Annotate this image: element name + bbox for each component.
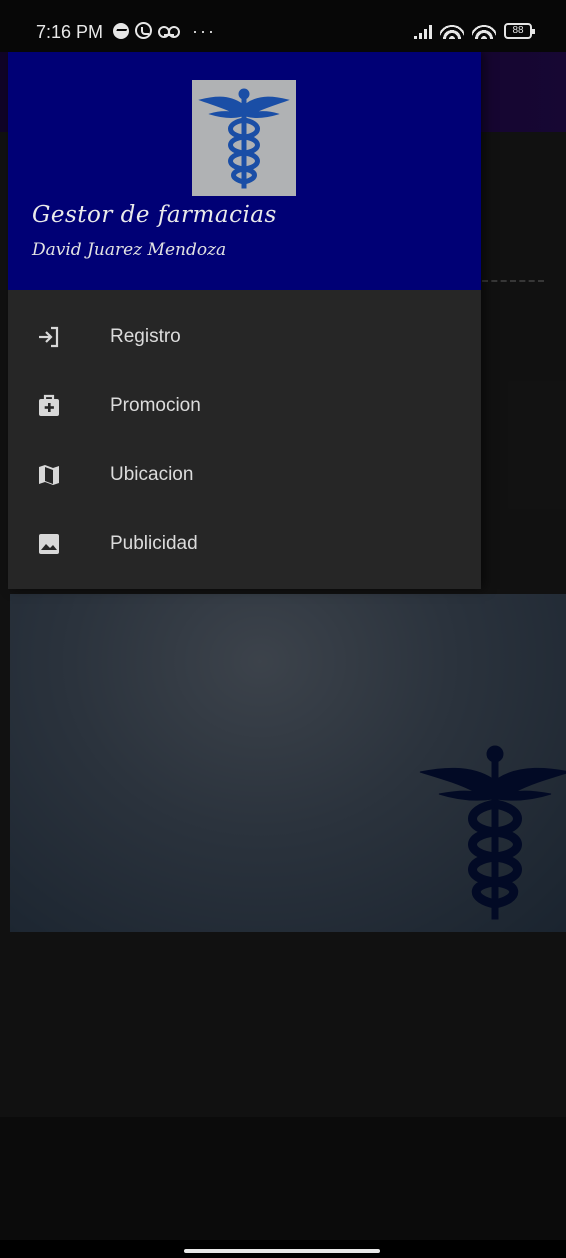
screen: 7:16 PM ··· 88 Gestor de farmacias David…: [0, 0, 566, 1258]
drawer-header: Gestor de farmacias David Juarez Mendoza: [8, 52, 481, 290]
wifi-icon: [472, 21, 496, 39]
menu-label: Publicidad: [110, 532, 198, 554]
messenger-icon: [113, 22, 129, 39]
status-time: 7:16 PM: [36, 22, 104, 42]
more-dots-icon: ···: [192, 20, 216, 41]
voicemail-icon: [158, 25, 180, 38]
menu-item-registro[interactable]: Registro: [8, 302, 481, 371]
home-indicator[interactable]: [184, 1249, 380, 1253]
caduceus-icon: [198, 88, 290, 189]
status-bar: 7:16 PM ··· 88: [0, 0, 566, 52]
whatsapp-icon: [135, 22, 152, 39]
image-icon: [36, 531, 62, 557]
menu-item-publicidad[interactable]: Publicidad: [8, 509, 481, 578]
status-system-icons: 88: [414, 21, 535, 39]
menu-label: Ubicacion: [110, 463, 194, 485]
menu-item-ubicacion[interactable]: Ubicacion: [8, 440, 481, 509]
navigation-drawer: Gestor de farmacias David Juarez Mendoza…: [8, 52, 481, 589]
drawer-title: Gestor de farmacias: [32, 202, 277, 228]
menu-item-promocion[interactable]: Promocion: [8, 371, 481, 440]
status-notification-icons: ···: [113, 20, 216, 41]
medical-bag-icon: [36, 393, 62, 419]
menu-label: Promocion: [110, 394, 201, 416]
battery-level: 88: [512, 25, 524, 36]
battery-icon: 88: [504, 23, 535, 39]
system-nav-bar: [0, 1240, 566, 1258]
signal-icon: [414, 23, 432, 39]
login-icon: [36, 324, 62, 350]
app-logo: [192, 80, 296, 196]
menu-label: Registro: [110, 325, 181, 347]
map-icon: [36, 462, 62, 488]
drawer-subtitle: David Juarez Mendoza: [32, 240, 227, 260]
drawer-menu: Registro Promocion Ubicacion Publicidad: [8, 302, 481, 578]
wifi-icon: [440, 21, 464, 39]
